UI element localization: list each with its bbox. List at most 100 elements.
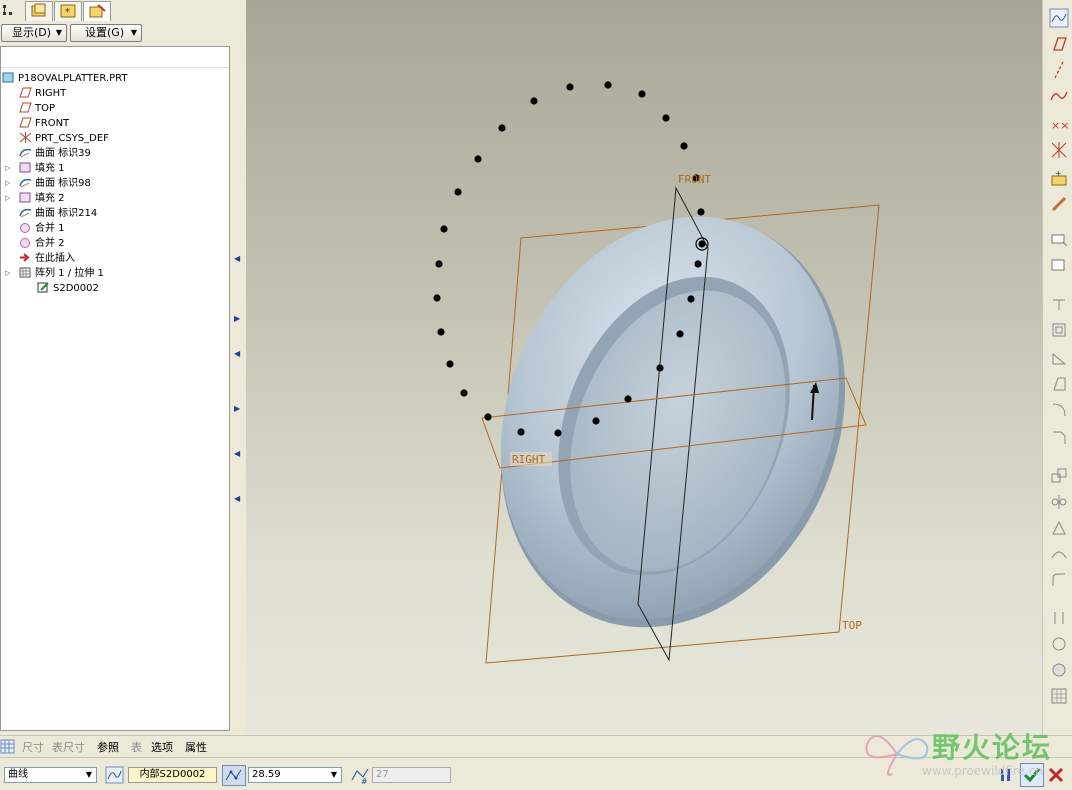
surface-icon [19, 176, 35, 191]
increment-combo[interactable]: 28.59 ▼ [248, 767, 342, 783]
expand-toggle-icon[interactable]: ▷ [5, 194, 10, 202]
analysis-icon[interactable]: + [1049, 168, 1069, 188]
collapse-arrow-icon[interactable]: ◀ [234, 494, 240, 503]
merge-icon [19, 221, 35, 236]
tab-references[interactable]: 参照 [97, 739, 119, 755]
tree-item-right[interactable]: RIGHT [19, 86, 66, 101]
tab-favorites[interactable]: * [54, 1, 82, 21]
merge-tool-icon[interactable] [1049, 518, 1069, 538]
datum-csys-icon[interactable] [1049, 140, 1069, 160]
merge-icon [19, 236, 35, 251]
round-icon[interactable] [1049, 400, 1069, 420]
right-datum-label: RIGHT [512, 453, 545, 466]
tree-item-sketch[interactable]: S2D0002 [37, 281, 99, 296]
extend-icon[interactable] [1049, 570, 1069, 590]
oval-platter[interactable] [441, 165, 904, 679]
dropdown-arrow-icon[interactable]: ▼ [82, 768, 96, 782]
datum-curve-icon[interactable] [1049, 86, 1069, 106]
thicken-icon[interactable] [1049, 634, 1069, 654]
tree-item-label: RIGHT [35, 88, 67, 99]
pattern-point [592, 417, 600, 425]
datum-axis-icon[interactable] [1049, 60, 1069, 80]
expand-arrow-icon[interactable]: ▶ [234, 314, 240, 323]
tab-properties[interactable]: 属性 [185, 739, 207, 755]
sketched-curve-icon[interactable] [1049, 8, 1069, 28]
pattern-point [694, 260, 702, 268]
trim-icon[interactable] [1049, 544, 1069, 564]
chain-icon[interactable] [1049, 194, 1069, 214]
display-menu-button[interactable]: 显示(D) ▼ [1, 24, 67, 42]
offset-icon[interactable] [1049, 608, 1069, 628]
rib-icon[interactable] [1049, 348, 1069, 368]
spacing-toggle-button[interactable] [222, 765, 246, 786]
tree-item-merge-2[interactable]: 合并 2 [19, 236, 65, 251]
pattern-tool-icon[interactable] [1049, 466, 1069, 486]
collapse-arrow-icon[interactable]: ◀ [234, 254, 240, 263]
collapse-arrow-icon[interactable]: ◀ [234, 349, 240, 358]
tab-options[interactable]: 选项 [151, 739, 173, 755]
draft-icon[interactable] [1049, 374, 1069, 394]
tree-item-csys[interactable]: PRT_CSYS_DEF [19, 131, 109, 146]
dropdown-arrow-icon[interactable]: ▼ [327, 768, 341, 782]
expand-toggle-icon[interactable]: ▷ [5, 164, 10, 172]
tab-folder-browser[interactable] [25, 1, 53, 21]
expand-arrow-icon[interactable]: ▶ [234, 404, 240, 413]
tree-item-label: 阵列 1 / 拉伸 1 [35, 268, 104, 279]
solidify-icon[interactable] [1049, 660, 1069, 680]
pattern-point [433, 294, 441, 302]
grid-icon[interactable] [1049, 686, 1069, 706]
pattern-point [437, 328, 445, 336]
model-tree-panel: * 显示(D) ▼ 设置(G) ▼ P18OVALPLATTER.PRT RIGH… [0, 0, 246, 735]
fill-icon [19, 191, 35, 206]
hole-icon[interactable] [1049, 294, 1069, 314]
tree-item-surface-98[interactable]: 曲面 标识98 [19, 176, 91, 191]
pattern-point [624, 395, 632, 403]
mirror-icon[interactable] [1049, 492, 1069, 512]
count-field[interactable]: 27 [372, 767, 451, 783]
tree-view-icon[interactable] [0, 2, 22, 22]
datum-point-icon[interactable]: ××× [1049, 114, 1069, 134]
tree-item-part[interactable]: P18OVALPLATTER.PRT [2, 71, 127, 86]
tree-item-front[interactable]: FRONT [19, 116, 69, 131]
surface-icon [19, 206, 35, 221]
paste-icon[interactable] [1049, 256, 1069, 276]
copy-icon[interactable] [1049, 230, 1069, 250]
tree-item-merge-1[interactable]: 合并 1 [19, 221, 65, 236]
number-of-members-icon[interactable]: # [349, 765, 371, 785]
tree-item-insert-here[interactable]: 在此插入 [19, 251, 75, 266]
tree-item-top[interactable]: TOP [19, 101, 55, 116]
internal-sketch-field[interactable]: 内部S2D0002 [128, 767, 217, 783]
tree-item-surface-214[interactable]: 曲面 标识214 [19, 206, 97, 221]
collapse-arrow-icon[interactable]: ◀ [234, 449, 240, 458]
svg-text:*: * [65, 7, 70, 18]
settings-menu-button[interactable]: 设置(G) ▼ [70, 24, 142, 42]
navigator-tabs: * [0, 0, 246, 22]
csys-icon [19, 131, 35, 146]
pattern-point [676, 330, 684, 338]
svg-text:#: # [361, 777, 368, 785]
tree-item-pattern-1[interactable]: 阵列 1 / 拉伸 1 [19, 266, 104, 281]
graphics-viewport[interactable]: FRONT RIGHT TOP [246, 0, 1042, 735]
chamfer-icon[interactable] [1049, 428, 1069, 448]
tree-item-fill-1[interactable]: 填充 1 [19, 161, 65, 176]
tree-item-label: 曲面 标识98 [35, 178, 91, 189]
expand-toggle-icon[interactable]: ▷ [5, 179, 10, 187]
shell-icon[interactable] [1049, 320, 1069, 340]
expand-toggle-icon[interactable]: ▷ [5, 269, 10, 277]
pattern-point [530, 97, 538, 105]
pattern-point [680, 142, 688, 150]
tree-item-label: PRT_CSYS_DEF [35, 133, 109, 144]
datum-plane-tool-icon[interactable] [1049, 34, 1069, 54]
tree-item-fill-2[interactable]: 填充 2 [19, 191, 65, 206]
panel-splitter[interactable]: ◀ ▶ ◀ ▶ ◀ ◀ [231, 44, 246, 734]
tree-item-surface-39[interactable]: 曲面 标识39 [19, 146, 91, 161]
tab-connections[interactable] [83, 1, 111, 21]
pattern-type-select[interactable]: 曲线 ▼ [4, 767, 97, 783]
surface-icon [19, 146, 35, 161]
pattern-point [697, 208, 705, 216]
display-menu-label: 显示(D) [12, 26, 52, 39]
pattern-point [498, 124, 506, 132]
feature-toolbar: ××× + [1042, 0, 1072, 735]
model-canvas[interactable]: FRONT RIGHT TOP [246, 0, 1042, 735]
sketch-curve-icon[interactable] [105, 766, 125, 784]
